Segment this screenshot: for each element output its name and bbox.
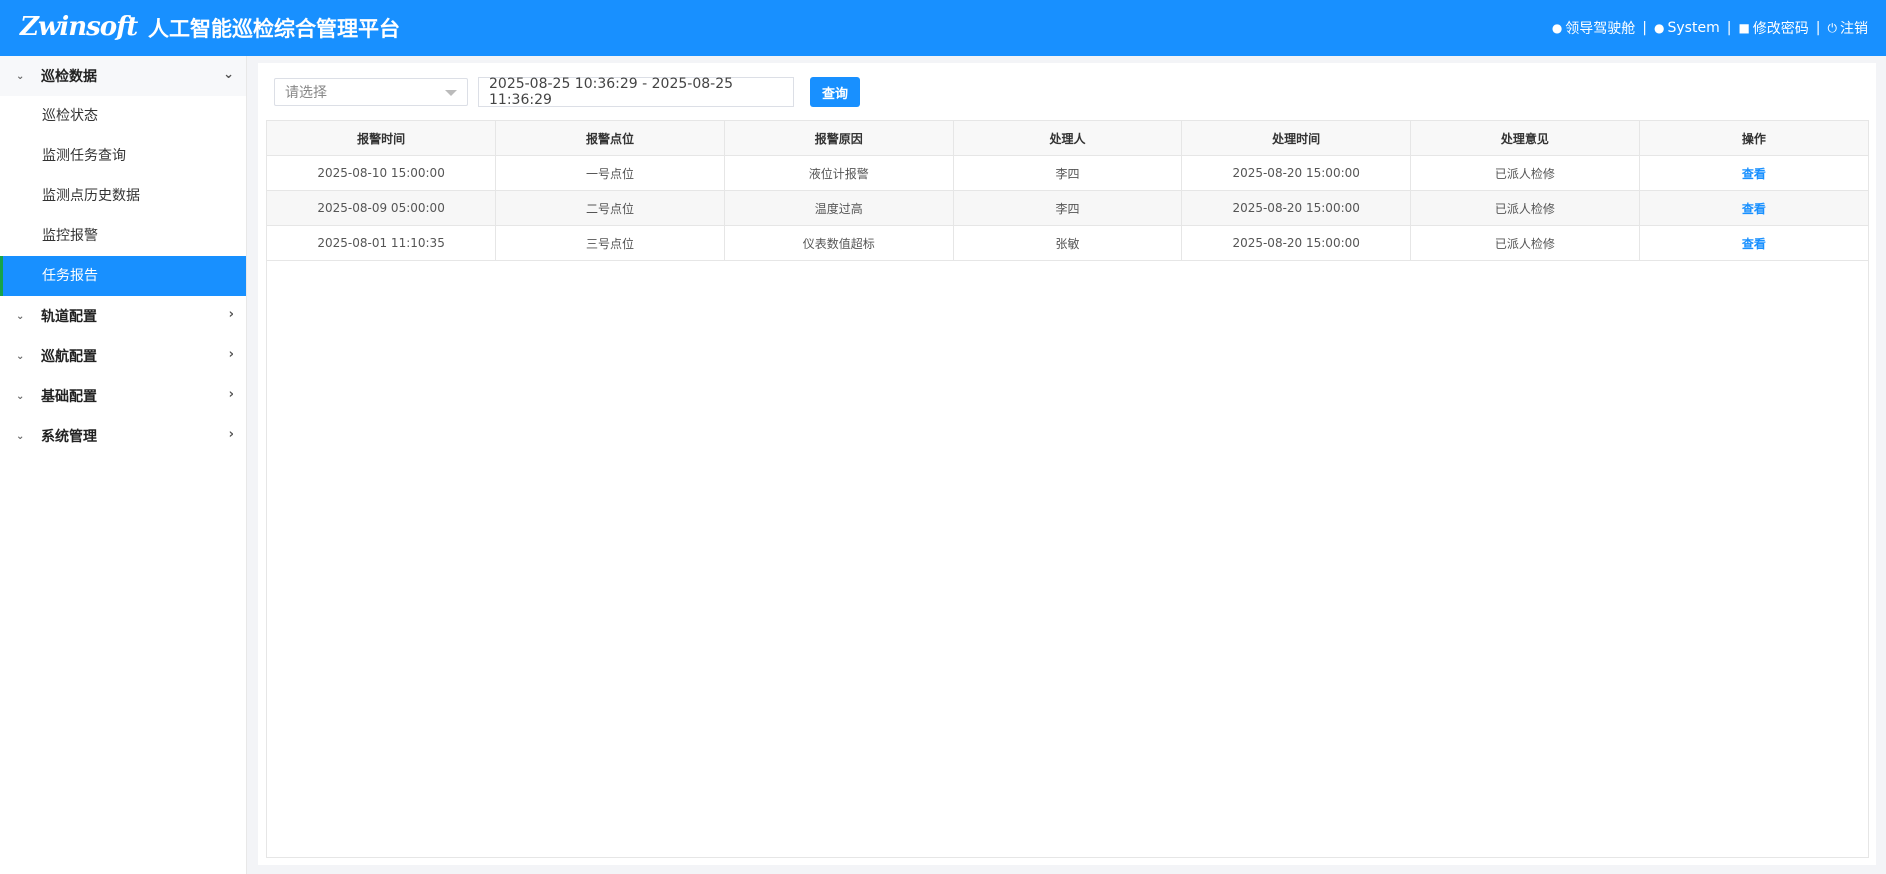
- menu-group-track-config[interactable]: ⌄ 轨道配置 ›: [0, 296, 246, 336]
- menu-group-cruise-config[interactable]: ⌄ 巡航配置 ›: [0, 336, 246, 376]
- handle-time-cell: 2025-08-20 15:00:00: [1181, 190, 1412, 226]
- chevron-down-icon: ⌄: [223, 67, 234, 82]
- sidebar: ⌄ 巡检数据 ⌄ 巡检状态 监测任务查询 监测点历史数据 监控报警 任务报告 ⌄…: [0, 56, 247, 874]
- user-name-label: System: [1667, 20, 1720, 36]
- view-link[interactable]: 查看: [1742, 202, 1766, 216]
- logout-link[interactable]: ⏻ 注销: [1828, 18, 1869, 38]
- column-header: 报警点位: [495, 121, 725, 156]
- date-range-input[interactable]: 2025-08-25 10:36:29 - 2025-08-25 11:36:2…: [478, 76, 794, 108]
- chevron-right-icon: ›: [228, 307, 234, 322]
- select-placeholder: 请选择: [285, 85, 327, 101]
- user-links: ● 领导驾驶舱 | ● System | ■ 修改密码 | ⏻ 注销: [1552, 18, 1868, 38]
- alarm-reason-cell: 液位计报警: [724, 155, 954, 191]
- table-header-row: 报警时间 报警点位 报警原因 处理人 处理时间 处理意见 操作: [267, 121, 1868, 156]
- menu-group-basic-config[interactable]: ⌄ 基础配置 ›: [0, 376, 246, 416]
- alarm-time-cell: 2025-08-09 05:00:00: [267, 190, 497, 226]
- sidebar-item-monitor-task-query[interactable]: 监测任务查询: [0, 136, 246, 176]
- globe-icon: ●: [1551, 21, 1563, 35]
- caret-down-icon: [445, 90, 457, 96]
- column-header: 操作: [1639, 121, 1868, 156]
- chevron-right-icon: ›: [228, 347, 234, 362]
- sidebar-item-point-history[interactable]: 监测点历史数据: [0, 176, 246, 216]
- lock-icon: ■: [1738, 21, 1750, 35]
- column-header: 处理时间: [1181, 121, 1412, 156]
- point-select[interactable]: 请选择: [274, 78, 468, 106]
- action-cell: 查看: [1639, 190, 1868, 226]
- view-link[interactable]: 查看: [1742, 167, 1766, 181]
- column-header: 报警原因: [724, 121, 954, 156]
- alarm-reason-cell: 温度过高: [724, 190, 954, 226]
- table-row: 2025-08-01 11:10:35 三号点位 仪表数值超标 张敏 2025-…: [267, 225, 1868, 261]
- menu-group-label: 巡检数据: [41, 69, 97, 85]
- alarm-table: 报警时间 报警点位 报警原因 处理人 处理时间 处理意见 操作 2025-08-…: [266, 120, 1869, 858]
- user-icon: ●: [1654, 21, 1665, 35]
- menu-group-inspection-data[interactable]: ⌄ 巡检数据 ⌄: [0, 56, 246, 96]
- sidebar-item-monitor-alarm[interactable]: 监控报警: [0, 216, 246, 256]
- handle-opinion-cell: 已派人检修: [1410, 155, 1640, 191]
- column-header: 处理人: [953, 121, 1183, 156]
- table-row: 2025-08-10 15:00:00 一号点位 液位计报警 李四 2025-0…: [267, 155, 1868, 191]
- separator: |: [1726, 20, 1732, 36]
- menu-dot-icon: ⌄: [16, 310, 25, 322]
- filter-bar: 请选择 2025-08-25 10:36:29 - 2025-08-25 11:…: [274, 76, 860, 108]
- app-title: 人工智能巡检综合管理平台: [148, 17, 400, 41]
- handle-opinion-cell: 已派人检修: [1410, 225, 1640, 261]
- dashboard-link[interactable]: ● 领导驾驶舱: [1552, 18, 1635, 38]
- query-button[interactable]: 查询: [810, 77, 860, 107]
- table-row: 2025-08-09 05:00:00 二号点位 温度过高 李四 2025-08…: [267, 190, 1868, 226]
- change-password-link[interactable]: ■ 修改密码: [1738, 18, 1808, 38]
- action-cell: 查看: [1639, 155, 1868, 191]
- alarm-time-cell: 2025-08-10 15:00:00: [267, 155, 497, 191]
- chevron-right-icon: ›: [228, 387, 234, 402]
- dashboard-link-label: 领导驾驶舱: [1565, 21, 1636, 37]
- menu-group-label: 轨道配置: [41, 309, 97, 325]
- alarm-point-cell: 一号点位: [495, 155, 725, 191]
- sidebar-item-inspection-status[interactable]: 巡检状态: [0, 96, 246, 136]
- alarm-reason-cell: 仪表数值超标: [724, 225, 954, 261]
- column-header: 报警时间: [267, 121, 497, 156]
- view-link[interactable]: 查看: [1742, 237, 1766, 251]
- menu-dot-icon: ⌄: [16, 390, 25, 402]
- company-logo[interactable]: Zwinsoft: [20, 12, 138, 42]
- menu-group-label: 巡航配置: [41, 349, 97, 365]
- alarm-time-cell: 2025-08-01 11:10:35: [267, 225, 497, 261]
- top-bar: Zwinsoft 人工智能巡检综合管理平台 ● 领导驾驶舱 | ● System…: [0, 0, 1886, 56]
- menu-dot-icon: ⌄: [16, 70, 25, 82]
- change-password-label: 修改密码: [1752, 21, 1809, 37]
- menu-group-label: 基础配置: [41, 389, 97, 405]
- handler-cell: 李四: [953, 155, 1183, 191]
- main-content: 请选择 2025-08-25 10:36:29 - 2025-08-25 11:…: [258, 63, 1876, 865]
- alarm-point-cell: 二号点位: [495, 190, 725, 226]
- alarm-point-cell: 三号点位: [495, 225, 725, 261]
- menu-group-system-admin[interactable]: ⌄ 系统管理 ›: [0, 416, 246, 456]
- menu-group-label: 系统管理: [41, 429, 97, 445]
- menu-dot-icon: ⌄: [16, 430, 25, 442]
- chevron-right-icon: ›: [228, 427, 234, 442]
- menu-dot-icon: ⌄: [16, 350, 25, 362]
- handler-cell: 张敏: [953, 225, 1183, 261]
- separator: |: [1642, 20, 1648, 36]
- handle-opinion-cell: 已派人检修: [1410, 190, 1640, 226]
- separator: |: [1815, 20, 1821, 36]
- handle-time-cell: 2025-08-20 15:00:00: [1181, 225, 1412, 261]
- action-cell: 查看: [1639, 225, 1868, 261]
- power-icon: ⏻: [1827, 20, 1838, 35]
- column-header: 处理意见: [1410, 121, 1640, 156]
- logout-label: 注销: [1840, 21, 1868, 37]
- handle-time-cell: 2025-08-20 15:00:00: [1181, 155, 1412, 191]
- sidebar-item-task-report[interactable]: 任务报告: [0, 256, 246, 296]
- handler-cell: 李四: [953, 190, 1183, 226]
- submenu: 巡检状态 监测任务查询 监测点历史数据 监控报警 任务报告: [0, 96, 246, 296]
- user-menu-link[interactable]: ● System: [1654, 20, 1720, 36]
